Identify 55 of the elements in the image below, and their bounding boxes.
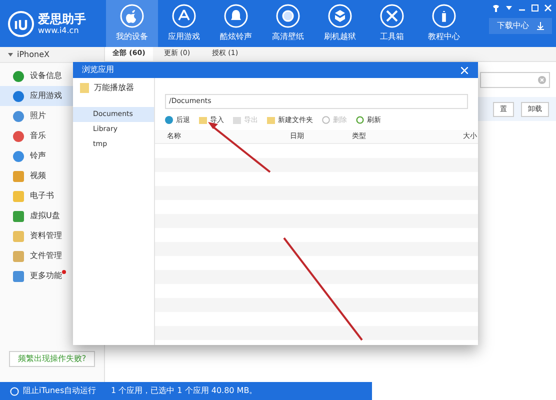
maximize-icon[interactable] [531, 4, 539, 12]
nav-tab[interactable]: 应用游戏 [158, 0, 210, 47]
nav-icon [224, 4, 248, 28]
nav-icon [328, 4, 352, 28]
toolbar-icon [322, 116, 330, 124]
radio-icon[interactable] [10, 386, 19, 396]
item-icon [13, 230, 24, 242]
nav-tab[interactable]: 刷机越狱 [314, 0, 366, 47]
nav-icon [432, 4, 456, 28]
sidebar-item[interactable]: 虚拟U盘 [0, 206, 104, 226]
toolbar-icon [199, 116, 207, 124]
device-header[interactable]: iPhoneX [0, 47, 104, 63]
item-icon [13, 150, 24, 162]
logo-icon [8, 10, 34, 36]
brand-name: 爱思助手 [38, 12, 86, 24]
expand-icon[interactable] [8, 52, 13, 57]
sidebar-item[interactable]: 视频 [0, 166, 104, 186]
status-text: 1 个应用，已选中 1 个应用 40.80 MB。 [110, 385, 258, 397]
item-icon [13, 130, 24, 142]
item-icon [13, 110, 24, 122]
search-field[interactable] [480, 72, 550, 88]
nav-icon [172, 4, 196, 28]
sidebar-item[interactable]: 文件管理 [0, 246, 104, 266]
toolbar-icon [233, 116, 241, 124]
toolbar-icon [356, 116, 364, 124]
dropdown-icon[interactable] [505, 4, 513, 12]
toolbar-icon [267, 116, 275, 124]
dialog-title: 浏览应用 [82, 64, 114, 76]
help-button[interactable]: 频繁出现操作失败? [9, 351, 95, 367]
brand-url: www.i4.cn [38, 26, 80, 34]
item-icon [13, 90, 24, 102]
nav-tab[interactable]: 工具箱 [366, 0, 418, 47]
annotation-arrow [208, 122, 271, 173]
item-icon [13, 250, 24, 262]
nav-tab[interactable]: 酷炫铃声 [210, 0, 262, 47]
item-icon [13, 210, 24, 222]
close-icon[interactable] [461, 66, 468, 74]
skin-icon[interactable] [492, 4, 500, 12]
item-icon [13, 270, 24, 282]
item-icon [13, 70, 24, 82]
item-icon [13, 170, 24, 182]
sidebar-item[interactable]: 更多功能 [0, 266, 104, 286]
download-center-button[interactable]: 下载中心 [489, 18, 552, 34]
itunes-option[interactable]: 阻止iTunes自动运行 [23, 385, 96, 397]
close-icon[interactable] [544, 4, 552, 12]
toolbar-icon [165, 116, 173, 124]
nav-icon [380, 4, 404, 28]
nav-tab[interactable]: 教程中心 [418, 0, 470, 47]
sidebar-item[interactable]: 资料管理 [0, 226, 104, 246]
sidebar-item[interactable]: 电子书 [0, 186, 104, 206]
item-icon [13, 190, 24, 202]
download-icon [537, 22, 544, 30]
nav-icon [120, 4, 144, 28]
nav-tab[interactable]: 高清壁纸 [262, 0, 314, 47]
nav-icon [276, 4, 300, 28]
